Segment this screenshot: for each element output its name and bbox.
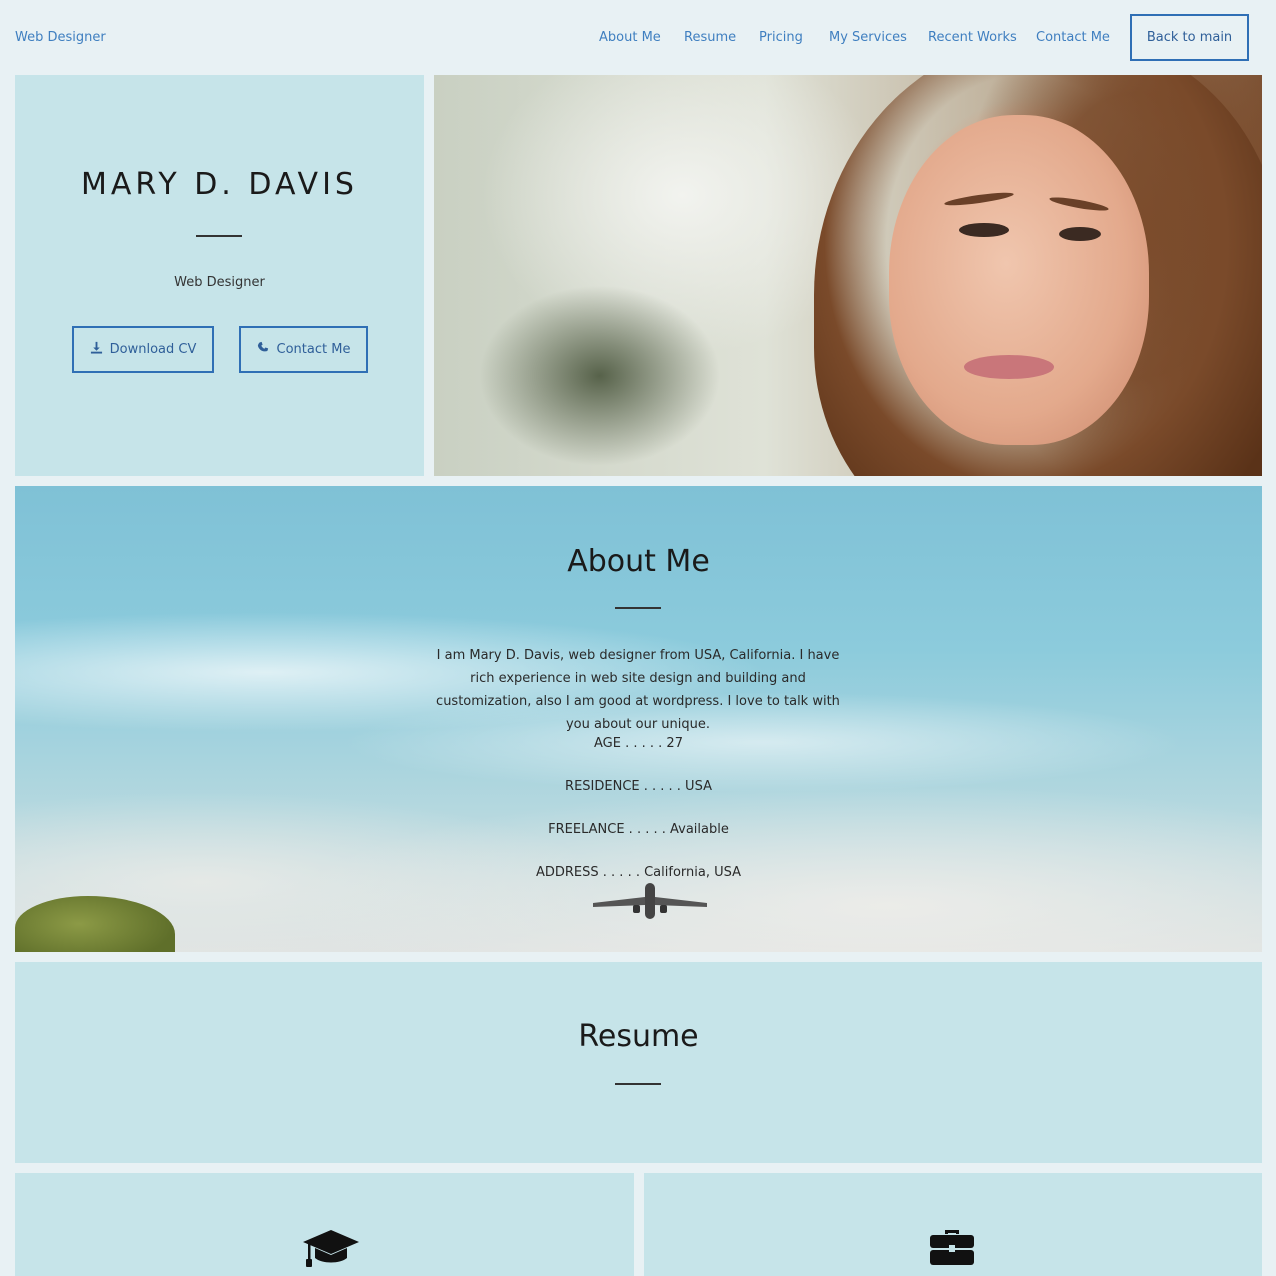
menu-item-contact-me[interactable]: Contact Me — [1036, 30, 1110, 45]
download-cv-label: Download CV — [109, 342, 197, 357]
portrait-brow — [943, 190, 1015, 208]
fact-freelance: FREELANCE . . . . . Available — [548, 822, 729, 837]
top-navigation: Web Designer About Me Resume Pricing My … — [0, 0, 1276, 75]
menu-item-pricing[interactable]: Pricing — [759, 30, 803, 45]
portrait-brow — [1048, 194, 1110, 214]
menu-item-about-me[interactable]: About Me — [599, 30, 661, 45]
hero-name: MARY D. DAVIS — [81, 167, 358, 202]
menu-item-my-services[interactable]: My Services — [829, 30, 907, 45]
about-divider — [615, 607, 661, 609]
fact-residence: RESIDENCE . . . . . USA — [565, 779, 712, 794]
back-to-main-button[interactable]: Back to main — [1130, 14, 1249, 61]
hero-role: Web Designer — [174, 275, 265, 290]
about-me-title: About Me — [567, 544, 710, 579]
hero-contact-me-button[interactable]: Contact Me — [239, 326, 368, 373]
about-me-section: About Me I am Mary D. Davis, web designe… — [15, 486, 1262, 952]
fact-age: AGE . . . . . 27 — [594, 736, 683, 751]
resume-divider — [615, 1083, 661, 1085]
menu-item-resume[interactable]: Resume — [684, 30, 736, 45]
resume-section: Resume — [15, 962, 1262, 1163]
tree-foliage — [15, 896, 175, 952]
contact-me-label: Contact Me — [276, 342, 351, 357]
menu-item-recent-works[interactable]: Recent Works — [928, 30, 1017, 45]
portrait-eye — [1059, 227, 1101, 241]
resume-title: Resume — [578, 1019, 699, 1054]
portrait-face — [889, 115, 1149, 445]
experience-card — [644, 1173, 1262, 1276]
download-cv-button[interactable]: Download CV — [72, 326, 214, 373]
portrait-photo — [434, 75, 1262, 476]
about-bio: I am Mary D. Davis, web designer from US… — [436, 648, 840, 732]
briefcase-icon — [930, 1230, 974, 1265]
download-icon — [90, 341, 103, 358]
airplane-image — [593, 883, 707, 919]
title-divider — [196, 235, 242, 237]
main-menu: About Me Resume Pricing My Services Rece… — [0, 30, 1276, 50]
graduation-cap-icon — [303, 1230, 359, 1267]
hero-intro-panel: MARY D. DAVIS Web Designer Download CV C… — [15, 75, 424, 476]
education-card — [15, 1173, 634, 1276]
phone-icon — [257, 341, 270, 358]
portrait-eye — [959, 223, 1009, 237]
fact-address: ADDRESS . . . . . California, USA — [535, 865, 742, 880]
portrait-lips — [964, 355, 1054, 379]
